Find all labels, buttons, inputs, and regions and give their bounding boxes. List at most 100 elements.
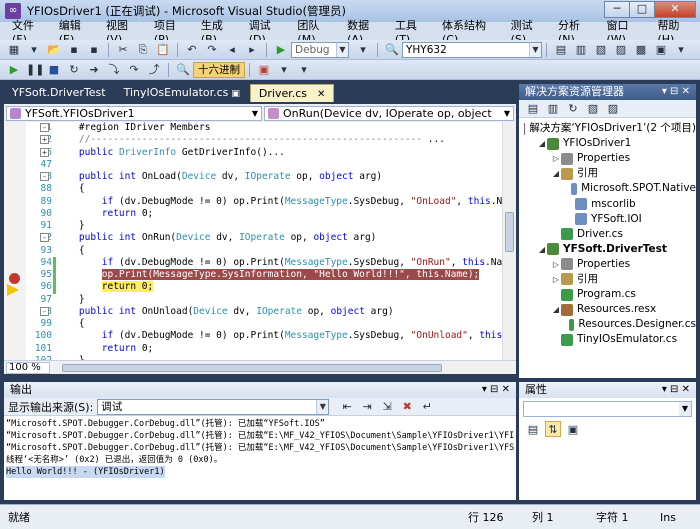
output-line[interactable]: 线程‘<无名称>’ (0x2) 已退出，返回值为 0 (0x0)。 <box>6 454 514 466</box>
tree-item[interactable]: ◢ YFIOsDriver1 <box>519 136 696 151</box>
tree-item[interactable]: Resources.Designer.cs <box>519 317 696 332</box>
expand-toggle-icon[interactable]: ◢ <box>551 166 561 181</box>
expand-toggle-icon[interactable]: ▷ <box>551 151 561 166</box>
output-text[interactable]: “Microsoft.SPOT.Debugger.CorDebug.dll”(托… <box>4 416 516 483</box>
indicator-margin[interactable] <box>4 122 26 360</box>
paste-icon[interactable]: 📋 <box>155 42 171 58</box>
code-line[interactable]: return 0; <box>56 343 506 355</box>
go-to-source-icon[interactable]: ⇲ <box>379 399 395 415</box>
platform-icon[interactable]: ▾ <box>355 42 371 58</box>
restart-icon[interactable]: ↻ <box>66 62 82 78</box>
show-next-statement-icon[interactable]: ➜ <box>86 62 102 78</box>
tree-item[interactable]: ▷ Properties <box>519 257 696 272</box>
navigate-forward-icon[interactable]: ▸ <box>244 42 260 58</box>
expand-icon[interactable]: + <box>40 147 49 157</box>
members-combo[interactable]: OnRun(Device dv, IOperate op, object arg… <box>264 105 514 133</box>
expand-icon[interactable]: + <box>40 135 49 145</box>
code-line[interactable]: + public DriverInfo GetDriverInfo()... <box>40 147 506 159</box>
toolbox-icon[interactable]: ▨ <box>613 42 629 58</box>
chevron-down-icon[interactable]: ▾ <box>276 62 292 78</box>
code-line[interactable]: if (dv.DebugMode != 0) op.Print(MessageT… <box>56 257 516 269</box>
maximize-button[interactable]: □ <box>629 1 655 18</box>
pin-icon[interactable]: ▾ ⊟ ✕ <box>662 382 690 398</box>
tree-item[interactable]: ◢ YFSoft.DriverTest <box>519 242 696 257</box>
undo-icon[interactable]: ↶ <box>184 42 200 58</box>
navigate-back-icon[interactable]: ◂ <box>224 42 240 58</box>
hexadecimal-toggle[interactable]: 十六进制 <box>193 61 245 78</box>
code-line[interactable]: if (dv.DebugMode != 0) op.Print(MessageT… <box>56 330 516 342</box>
toolbar-options-icon[interactable]: ▾ <box>296 62 312 78</box>
collapse-icon[interactable]: - <box>40 306 49 316</box>
collapse-icon[interactable]: - <box>40 233 49 243</box>
alphabetical-icon[interactable]: ⇅ <box>545 421 561 437</box>
step-over-icon[interactable]: ↷ <box>126 62 142 78</box>
code-line[interactable] <box>56 159 506 171</box>
code-line[interactable]: } <box>56 220 506 232</box>
types-combo[interactable]: YFSoft.YFIOsDriver1 ▼ <box>6 105 262 121</box>
save-all-icon[interactable]: ▪ <box>86 42 102 58</box>
tree-item[interactable]: Driver.cs <box>519 227 696 242</box>
tree-item[interactable]: ▷ Properties <box>519 151 696 166</box>
tab-tinyiosemulator[interactable]: TinyIOsEmulator.cs ▣ <box>116 84 248 102</box>
redo-icon[interactable]: ↷ <box>204 42 220 58</box>
solution-explorer-icon[interactable]: ▤ <box>553 42 569 58</box>
tab-yfsoft-drivertest[interactable]: YFSoft.DriverTest <box>4 84 114 102</box>
collapse-icon[interactable]: - <box>40 123 49 132</box>
code-line[interactable]: } <box>56 294 506 306</box>
pin-icon[interactable]: ▣ <box>231 89 240 99</box>
scroll-thumb[interactable] <box>505 212 514 252</box>
tree-item[interactable]: ◢ Resources.resx <box>519 302 696 317</box>
open-file-icon[interactable]: 📂 <box>46 42 62 58</box>
stop-debugging-icon[interactable]: ■ <box>46 62 62 78</box>
output-line[interactable]: “Microsoft.SPOT.Debugger.CorDebug.dll”(托… <box>6 442 514 454</box>
find-message-icon[interactable]: ⇤ <box>339 399 355 415</box>
start-page-icon[interactable]: ▩ <box>633 42 649 58</box>
breakpoints-window-icon[interactable]: ▣ <box>256 62 272 78</box>
continue-icon[interactable]: ▶ <box>6 62 22 78</box>
expand-toggle-icon[interactable]: ◢ <box>551 302 561 317</box>
pin-icon[interactable]: ▾ ⊟ ✕ <box>662 84 690 100</box>
find-combo[interactable]: YHY632 ▼ <box>402 41 542 58</box>
tree-item[interactable]: ▷ 引用 <box>519 272 696 287</box>
next-message-icon[interactable]: ⇥ <box>359 399 375 415</box>
editor-vertical-scrollbar[interactable] <box>502 122 516 360</box>
expand-toggle-icon[interactable]: ▷ <box>551 272 561 287</box>
property-pages-icon[interactable]: ▣ <box>565 421 581 437</box>
tree-item[interactable]: ◢ 引用 <box>519 166 696 181</box>
tree-item[interactable]: TinyIOsEmulator.cs <box>519 332 696 347</box>
properties-icon[interactable]: ▤ <box>525 101 541 117</box>
show-all-files-icon[interactable]: ▥ <box>545 101 561 117</box>
save-icon[interactable]: ▪ <box>66 42 82 58</box>
tree-item[interactable]: mscorlib <box>519 196 696 211</box>
close-icon[interactable]: ✕ <box>317 89 325 100</box>
tree-item[interactable]: Microsoft.SPOT.Native <box>519 181 696 196</box>
refresh-icon[interactable]: ↻ <box>565 101 581 117</box>
code-line[interactable]: - public int OnLoad(Device dv, IOperate … <box>40 171 506 183</box>
solution-configuration-combo[interactable]: Debug ▼ <box>291 41 349 58</box>
find-in-files-icon[interactable]: 🔍 <box>384 42 400 58</box>
add-item-icon[interactable]: ▾ <box>26 42 42 58</box>
pin-icon[interactable]: ▾ ⊟ ✕ <box>482 382 510 398</box>
tab-driver-cs[interactable]: Driver.cs ✕ <box>249 84 335 102</box>
output-source-combo[interactable]: 调试 ▼ <box>97 398 330 415</box>
tree-item[interactable]: YFSoft.IOI <box>519 212 696 227</box>
expand-toggle-icon[interactable]: ◢ <box>537 136 547 151</box>
code-line[interactable]: return 0; <box>56 208 506 220</box>
tree-item[interactable]: 解决方案‘YFIOsDriver1’(2 个项目) <box>519 121 696 136</box>
break-all-icon[interactable]: ❚❚ <box>26 62 44 78</box>
word-wrap-icon[interactable]: ↵ <box>419 399 435 415</box>
step-into-icon[interactable]: ⤵ <box>106 62 122 78</box>
code-line[interactable]: { <box>56 245 506 257</box>
clear-all-icon[interactable]: ✖ <box>399 399 415 415</box>
properties-window-icon[interactable]: ▥ <box>573 42 589 58</box>
code-line[interactable]: if (dv.DebugMode != 0) op.Print(MessageT… <box>56 196 516 208</box>
copy-icon[interactable]: ⎘ <box>135 42 151 58</box>
code-line[interactable]: - public int OnRun(Device dv, IOperate o… <box>40 232 506 244</box>
code-editor[interactable]: 2122464748888990919293949596979899100101… <box>4 122 516 360</box>
zoom-combo[interactable]: 100 % <box>6 361 50 374</box>
start-debug-icon[interactable]: ▶ <box>273 42 289 58</box>
categorized-icon[interactable]: ▤ <box>525 421 541 437</box>
expand-toggle-icon[interactable]: ▷ <box>551 257 561 272</box>
scroll-thumb[interactable] <box>62 363 442 372</box>
collapse-icon[interactable]: - <box>40 172 49 181</box>
